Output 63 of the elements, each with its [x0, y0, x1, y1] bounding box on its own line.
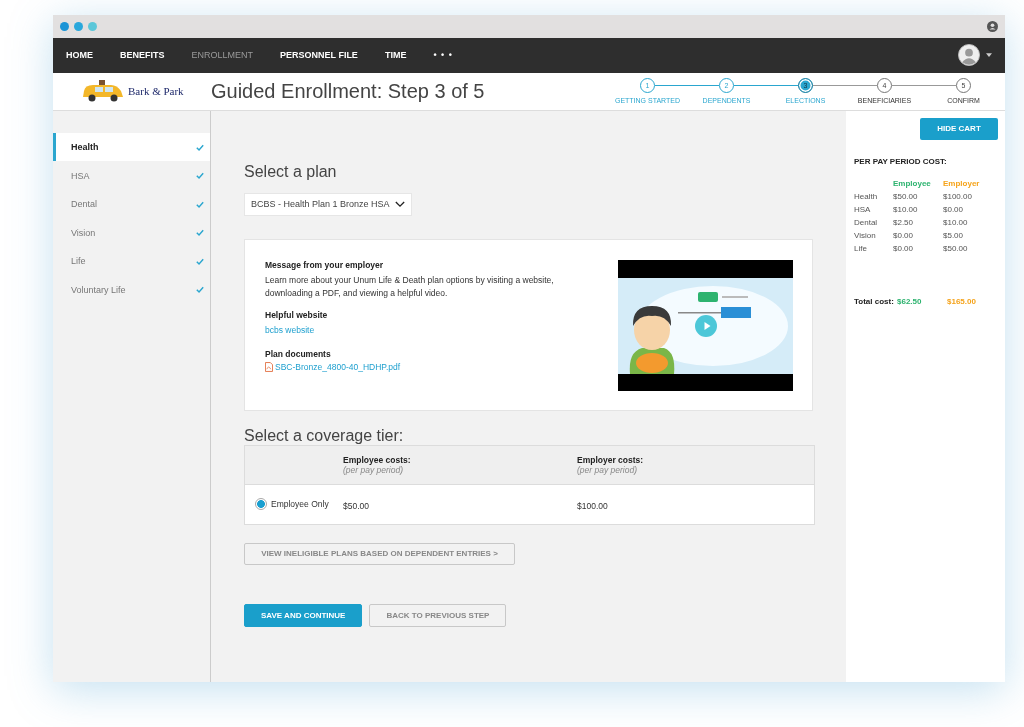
- section-heading: Select a plan: [244, 162, 338, 181]
- sidebar-item[interactable]: HSA: [53, 161, 210, 190]
- section-heading: Select a coverage tier:: [244, 426, 405, 445]
- column-header: Employee costs:: [343, 454, 412, 465]
- sidebar-item[interactable]: Dental: [53, 189, 210, 219]
- ineligible-plans-button[interactable]: VIEW INELIGIBLE PLANS BASED ON DEPENDENT ENTRIES >: [244, 542, 515, 565]
- message-title: Message from your employer: [265, 259, 385, 270]
- column-header: Employee: [893, 178, 932, 188]
- back-button[interactable]: BACK TO PREVIOUS STEP: [369, 603, 507, 627]
- website-link[interactable]: bcbs website: [265, 324, 618, 335]
- tier-label: Employee Only: [271, 499, 329, 510]
- column-header: Employer: [943, 178, 981, 188]
- pdf-icon: [265, 361, 273, 372]
- total-value: $62.50: [897, 296, 923, 306]
- documents-title: Plan documents: [265, 348, 332, 359]
- table-cell-text: $2.50: [893, 217, 915, 227]
- table-cell-text: $0.00: [893, 230, 915, 240]
- table-cell-text: $10.00: [943, 217, 969, 227]
- caret-icon[interactable]: [986, 53, 992, 58]
- table-cell-text: $50.00: [893, 191, 919, 201]
- radio-button[interactable]: [255, 498, 267, 511]
- column-subtitle: (per pay period): [343, 464, 404, 475]
- sidebar-item[interactable]: Life: [53, 246, 210, 276]
- website-title: Helpful website: [265, 309, 329, 320]
- table-cell-text: $50.00: [943, 243, 969, 253]
- row-label: Dental: [854, 217, 879, 227]
- table-cell: $50.00: [343, 501, 369, 512]
- column-header: Employer costs:: [577, 454, 645, 465]
- table-cell-text: $5.00: [943, 230, 965, 240]
- sidebar-item[interactable]: Health: [53, 132, 210, 162]
- sidebar-item[interactable]: Voluntary Life: [53, 275, 210, 304]
- nav-link[interactable]: TIME: [384, 50, 407, 61]
- nav-link[interactable]: PERSONNEL FILE: [280, 50, 358, 61]
- more-menu[interactable]: • • •: [433, 50, 453, 61]
- total-value: $165.00: [947, 296, 977, 306]
- row-label: Life: [854, 243, 868, 253]
- logo-text: Bark & Park: [128, 85, 184, 98]
- column-subtitle: (per pay period): [577, 464, 638, 475]
- play-icon: [702, 320, 712, 331]
- row-label: Vision: [854, 230, 877, 240]
- nav-link[interactable]: ENROLLMENT: [191, 50, 254, 61]
- page-title: Guided Enrollment: Step 3 of 5: [211, 79, 485, 103]
- taxi-icon: [81, 79, 125, 104]
- chevron-icon: [394, 200, 405, 208]
- row-label: HSA: [854, 204, 872, 214]
- plan-dropdown[interactable]: BCBS - Health Plan 1 Bronze HSA: [244, 192, 412, 216]
- cart-heading: PER PAY PERIOD COST:: [854, 156, 948, 166]
- nav-link[interactable]: BENEFITS: [120, 50, 165, 61]
- user-icon[interactable]: [987, 21, 998, 32]
- avatar-icon[interactable]: [958, 44, 980, 67]
- table-cell: $100.00: [577, 501, 608, 512]
- table-cell-text: $0.00: [943, 204, 965, 214]
- nav-link[interactable]: HOME: [66, 50, 93, 61]
- message-text: Learn more about your Unum Life & Death plan options by visiting a website, downloading a PDF, and viewing a helpful video.: [265, 273, 555, 300]
- table-cell-text: $100.00: [943, 191, 973, 201]
- table-cell-text: $0.00: [893, 243, 915, 253]
- document-link[interactable]: SBC-Bronze_4800-40_HDHP.pdf: [275, 361, 401, 372]
- table-cell-text: $10.00: [893, 204, 919, 214]
- save-button[interactable]: SAVE AND CONTINUE: [244, 603, 363, 627]
- row-label: Health: [854, 191, 879, 201]
- hide-cart-button[interactable]: HIDE CART: [920, 117, 998, 140]
- total-label: Total cost:: [854, 296, 895, 306]
- sidebar-item[interactable]: Vision: [53, 218, 210, 247]
